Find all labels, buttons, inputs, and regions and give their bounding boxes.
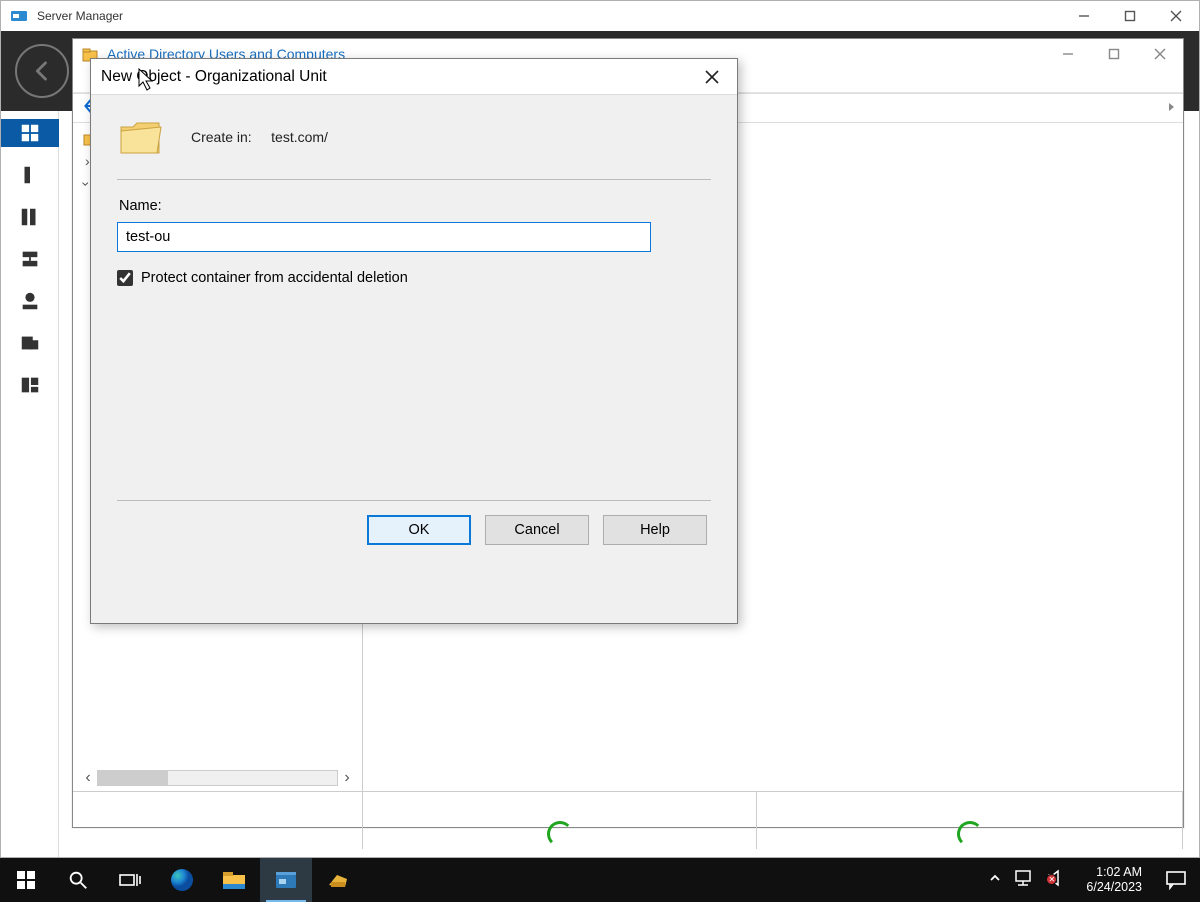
close-button[interactable] (1153, 1, 1199, 31)
aduc-close-button[interactable] (1137, 39, 1183, 69)
tray-volume-icon[interactable]: ✕ (1046, 869, 1066, 892)
taskbar-file-explorer[interactable] (208, 858, 260, 902)
create-in-path: test.com/ (271, 129, 328, 145)
server-manager-titlebar: Server Manager (1, 1, 1199, 31)
server-manager-icon (9, 6, 29, 26)
name-label: Name: (119, 198, 711, 214)
ok-button[interactable]: OK (367, 515, 471, 545)
clock-time: 1:02 AM (1086, 865, 1142, 880)
scroll-right-icon[interactable]: › (338, 769, 356, 787)
status-cell-2 (363, 792, 757, 849)
dialog-title: New Object - Organizational Unit (101, 68, 697, 86)
sidebar-dns[interactable] (13, 287, 47, 315)
maximize-button[interactable] (1107, 1, 1153, 31)
toolbar-overflow-icon[interactable] (1165, 100, 1179, 119)
taskbar-server-manager[interactable] (260, 858, 312, 902)
notification-icon (1165, 870, 1187, 890)
create-in-label: Create in: (191, 129, 252, 145)
search-icon (67, 869, 89, 891)
status-cell-3 (757, 792, 1183, 849)
scroll-thumb[interactable] (98, 771, 168, 785)
scroll-track[interactable] (97, 770, 338, 786)
sidebar-local-server[interactable] (13, 161, 47, 189)
minimize-button[interactable] (1061, 1, 1107, 31)
aduc-window-controls (1045, 39, 1183, 69)
server-manager-window-controls (1061, 1, 1199, 31)
edge-icon (169, 867, 195, 893)
tray-network-icon[interactable] (1014, 869, 1034, 892)
aduc-maximize-button[interactable] (1091, 39, 1137, 69)
folder-icon (221, 869, 247, 891)
spinner-icon (547, 821, 573, 847)
task-view-button[interactable] (104, 858, 156, 902)
cancel-button[interactable]: Cancel (485, 515, 589, 545)
dialog-footer-divider (117, 500, 711, 501)
new-ou-dialog: New Object - Organizational Unit Create … (90, 58, 738, 624)
sidebar-dashboard[interactable] (1, 119, 59, 147)
app-icon (325, 869, 351, 891)
tray-chevron-up-icon[interactable] (988, 871, 1002, 890)
sidebar-ad-ds[interactable] (13, 245, 47, 273)
scroll-left-icon[interactable]: ‹ (79, 769, 97, 787)
tree-horizontal-scrollbar[interactable]: ‹ › (79, 769, 356, 787)
server-manager-sidebar (1, 111, 59, 857)
action-center-button[interactable] (1152, 858, 1200, 902)
protect-checkbox-row[interactable]: Protect container from accidental deleti… (117, 270, 711, 286)
volume-muted-badge: ✕ (1046, 874, 1057, 885)
start-button[interactable] (0, 858, 52, 902)
ou-folder-icon (117, 117, 163, 157)
protect-checkbox[interactable] (117, 270, 133, 286)
dialog-divider (117, 179, 711, 180)
sidebar-all-servers[interactable] (13, 203, 47, 231)
search-button[interactable] (52, 858, 104, 902)
taskbar-app[interactable] (312, 858, 364, 902)
taskbar-right: ✕ 1:02 AM 6/24/2023 (978, 858, 1200, 902)
taskbar-edge[interactable] (156, 858, 208, 902)
taskbar-clock[interactable]: 1:02 AM 6/24/2023 (1076, 865, 1152, 895)
status-cell-1 (73, 792, 363, 849)
dialog-close-button[interactable] (697, 62, 727, 92)
aduc-status-strip (73, 791, 1183, 849)
server-manager-icon (273, 869, 299, 891)
close-icon (704, 69, 720, 85)
server-manager-title: Server Manager (37, 9, 1061, 23)
clock-date: 6/24/2023 (1086, 880, 1142, 895)
aduc-minimize-button[interactable] (1045, 39, 1091, 69)
help-button[interactable]: Help (603, 515, 707, 545)
windows-icon (16, 870, 36, 890)
dialog-body: Create in: test.com/ Name: Protect conta… (91, 95, 737, 557)
sidebar-file-services[interactable] (13, 329, 47, 357)
back-button[interactable] (15, 44, 69, 98)
taskbar: ✕ 1:02 AM 6/24/2023 (0, 858, 1200, 902)
spinner-icon (957, 821, 983, 847)
protect-checkbox-label: Protect container from accidental deleti… (141, 270, 408, 286)
task-view-icon (118, 870, 142, 890)
name-input[interactable] (117, 222, 651, 252)
sidebar-item-7[interactable] (13, 371, 47, 399)
system-tray[interactable]: ✕ (978, 869, 1076, 892)
dialog-titlebar[interactable]: New Object - Organizational Unit (91, 59, 737, 95)
dialog-button-row: OK Cancel Help (117, 515, 711, 545)
